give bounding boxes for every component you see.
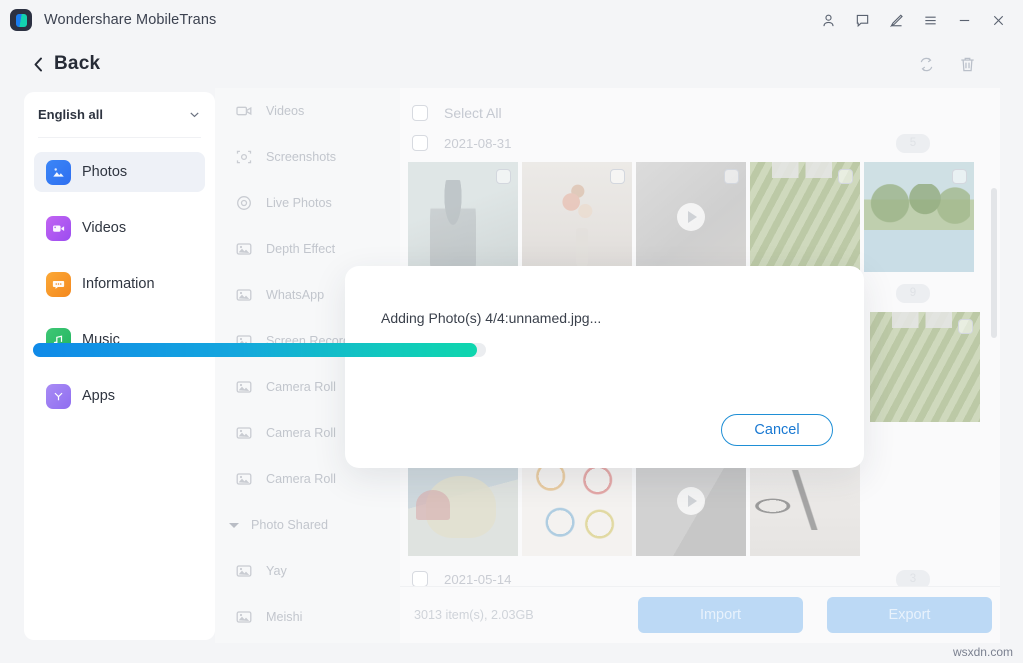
date-group-label: 2021-08-31 [444, 135, 512, 151]
mobiletrans-logo-icon [10, 9, 32, 31]
category-group-label: Photo Shared [251, 518, 329, 532]
export-button[interactable]: Export [827, 597, 992, 633]
minimize-icon[interactable] [947, 5, 981, 35]
thumbnail-checkbox[interactable] [496, 169, 511, 184]
sidebar-item-label: Information [82, 276, 155, 292]
select-all-label: Select All [444, 105, 502, 121]
category-label: Depth Effect [266, 242, 336, 256]
progress-dialog: Adding Photo(s) 4/4:unnamed.jpg... Cance… [345, 266, 864, 468]
sidebar-item-information[interactable]: Information [34, 264, 205, 304]
feedback-icon[interactable] [845, 5, 879, 35]
thumbnail-item[interactable] [750, 162, 860, 272]
back-label: Back [54, 53, 101, 74]
play-icon [677, 487, 705, 515]
play-icon [677, 203, 705, 231]
sidebar-item-label: Apps [82, 388, 116, 404]
category-label: Camera Roll [266, 472, 336, 486]
close-icon[interactable] [981, 5, 1015, 35]
language-selector-label: English all [38, 107, 104, 122]
app-title: Wondershare MobileTrans [44, 12, 217, 28]
photo-icon [235, 470, 253, 488]
progress-bar-fill [33, 343, 477, 357]
thumbnail-item-video[interactable] [636, 162, 746, 272]
thumbnail-item[interactable] [522, 162, 632, 272]
category-group-photo-shared[interactable]: Photo Shared [215, 502, 400, 548]
window-controls [811, 5, 1023, 35]
title-bar: Wondershare MobileTrans [0, 0, 1023, 40]
item-count-status: 3013 item(s), 2.03GB [414, 608, 534, 622]
category-item-meishi[interactable]: Meishi [215, 594, 400, 640]
refresh-icon[interactable] [917, 55, 936, 74]
thumbnail-checkbox[interactable] [958, 319, 973, 334]
progress-bar-track [33, 343, 486, 357]
category-item-screenshots[interactable]: Screenshots [215, 134, 400, 180]
sidebar-item-photos[interactable]: Photos [34, 152, 205, 192]
category-label: Screenshots [266, 150, 337, 164]
live-photo-icon [235, 194, 253, 212]
sidebar-item-videos[interactable]: Videos [34, 208, 205, 248]
apps-icon [46, 383, 71, 409]
import-button[interactable]: Import [638, 597, 803, 633]
screenshot-icon [235, 148, 253, 166]
category-label: Camera Roll [266, 380, 336, 394]
header-tools [917, 55, 1023, 74]
app-window: Wondershare MobileTrans Back English all… [0, 0, 1023, 663]
select-all-row[interactable]: Select All [400, 98, 1000, 128]
thumbnail-checkbox[interactable] [952, 169, 967, 184]
category-item-live-photos[interactable]: Live Photos [215, 180, 400, 226]
date-group-count-badge: 9 [896, 283, 930, 303]
thumbnail-item[interactable] [408, 162, 518, 272]
category-item-yay[interactable]: Yay [215, 548, 400, 594]
photo-icon [235, 286, 253, 304]
account-icon[interactable] [811, 5, 845, 35]
triangle-collapse-icon [229, 522, 239, 528]
video-camera-icon [235, 102, 253, 120]
date-group-checkbox[interactable] [412, 571, 428, 587]
category-label: Meishi [266, 610, 303, 624]
menu-icon[interactable] [913, 5, 947, 35]
photo-icon [235, 608, 253, 626]
videos-icon [46, 215, 71, 241]
photo-icon [235, 562, 253, 580]
category-label: Yay [266, 564, 287, 578]
thumbnail-checkbox[interactable] [838, 169, 853, 184]
category-label: Camera Roll [266, 426, 336, 440]
photo-icon [235, 378, 253, 396]
back-button[interactable]: Back [32, 53, 100, 75]
action-bar: 3013 item(s), 2.03GB Import Export [400, 586, 1000, 643]
progress-message: Adding Photo(s) 4/4:unnamed.jpg... [381, 310, 602, 326]
category-label: Live Photos [266, 196, 332, 210]
trash-icon[interactable] [958, 55, 977, 74]
category-label: WhatsApp [266, 288, 325, 302]
page-header: Back [0, 40, 1023, 88]
chevron-left-icon [32, 56, 45, 73]
photo-icon [235, 240, 253, 258]
category-item-videos[interactable]: Videos [215, 88, 400, 134]
sidebar-item-apps[interactable]: Apps [34, 376, 205, 416]
thumbnail-item[interactable] [870, 312, 980, 422]
sidebar-item-label: Photos [82, 164, 128, 180]
language-selector[interactable]: English all [38, 92, 201, 138]
thumbnail-checkbox[interactable] [724, 169, 739, 184]
sidebar-nav: Photos Videos Information Music Apps [24, 138, 215, 416]
chevron-down-icon [188, 108, 201, 121]
information-icon [46, 271, 71, 297]
thumbnail-item[interactable] [864, 162, 974, 272]
date-group-header[interactable]: 2021-08-31 5 [400, 128, 1000, 158]
cancel-button[interactable]: Cancel [721, 414, 833, 446]
watermark: wsxdn.com [952, 645, 1013, 659]
date-group-label: 2021-05-14 [444, 571, 512, 587]
content-scrollbar[interactable] [991, 188, 997, 338]
date-group-checkbox[interactable] [412, 135, 428, 151]
thumbnail-checkbox[interactable] [610, 169, 625, 184]
date-group-count-badge: 5 [896, 133, 930, 153]
sidebar: English all Photos Videos Information Mu… [24, 92, 215, 640]
category-label: Videos [266, 104, 305, 118]
photo-icon [235, 424, 253, 442]
select-all-checkbox[interactable] [412, 105, 428, 121]
edit-pen-icon[interactable] [879, 5, 913, 35]
thumbnail-row [400, 162, 1000, 272]
sidebar-item-label: Videos [82, 220, 127, 236]
photos-icon [46, 159, 71, 185]
